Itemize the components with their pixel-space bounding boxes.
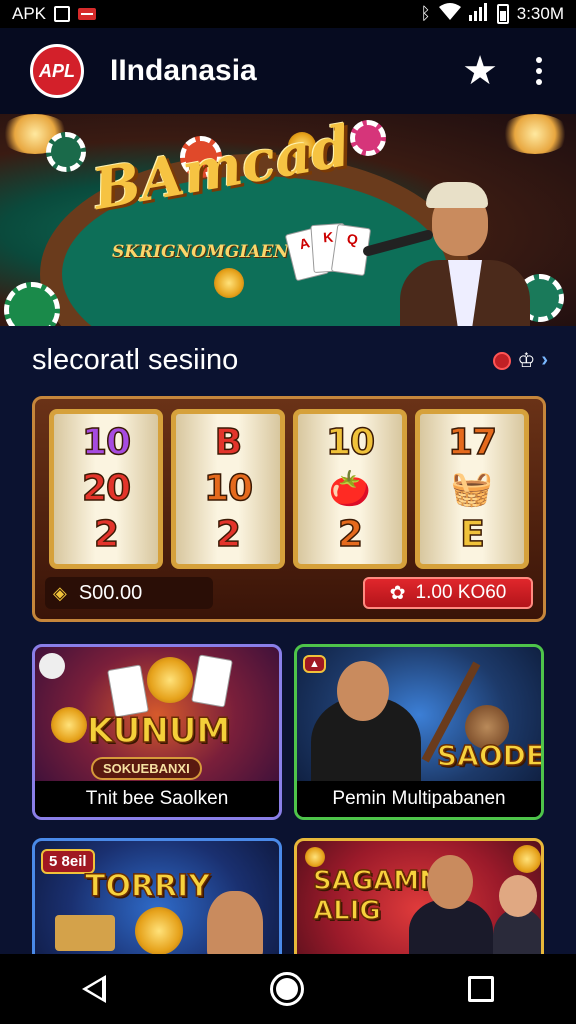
bluetooth-icon: ᛒ — [420, 4, 431, 23]
game-art-title: SAGAMN ALIG — [312, 865, 441, 926]
reel-symbol: E — [459, 513, 485, 555]
host-head — [499, 875, 537, 917]
spin-button[interactable]: ✿ 1.00 KO60 — [363, 577, 533, 609]
game-art-title: TORRIY — [84, 868, 211, 905]
hero-banner[interactable]: BAmcad SKRIGNOMGIAEN A K Q — [0, 114, 576, 326]
slot-machine[interactable]: 10 20 2 B 10 2 10 🍅 2 17 🧺 E ◈ S00.00 ✿ … — [32, 396, 546, 622]
app-actions: ★ — [462, 51, 546, 91]
hero-subtitle: SKRIGNOMGIAEN — [112, 242, 289, 262]
app-bar: APL IIndanasia ★ — [0, 28, 576, 114]
basket-icon: 🧺 — [450, 469, 494, 508]
game-art-title: SAODE — [436, 738, 544, 773]
reel-symbol: 2 — [93, 514, 120, 555]
hot-badge-icon: ▲ — [303, 655, 326, 673]
balance-value: S00.00 — [78, 581, 143, 604]
flag-icon — [78, 8, 97, 20]
slot-reel: 10 🍅 2 — [293, 409, 407, 569]
treasure-chest-icon — [55, 915, 115, 951]
chip-icon — [46, 132, 86, 172]
chevron-right-icon: › — [541, 349, 548, 371]
crown-icon: ♔ — [517, 350, 536, 372]
playing-cards-icon: A K Q — [284, 222, 372, 284]
section-more-button[interactable]: ♔ › — [493, 348, 548, 373]
coin-icon — [513, 845, 541, 873]
status-bar: APK ᛒ 3:30M — [0, 0, 576, 28]
fruit-icon: 🍅 — [328, 469, 372, 508]
favorite-star-icon[interactable]: ★ — [462, 51, 498, 91]
balance-display: ◈ S00.00 — [45, 577, 213, 609]
app-logo-text: APL — [39, 60, 75, 81]
wifi-icon — [438, 2, 461, 26]
game-art-title: KUNUM — [86, 710, 231, 752]
coin-icon — [305, 847, 325, 867]
game-card[interactable]: KUNUM SOKUEBANXI Tnit bee Saolken — [32, 644, 282, 820]
lamp-icon — [500, 114, 570, 154]
dice-icon — [39, 653, 65, 679]
reel-symbol: 10 — [81, 422, 132, 463]
status-apk-label: APK — [12, 4, 47, 23]
chip-icon — [350, 120, 386, 156]
slot-controls: ◈ S00.00 ✿ 1.00 KO60 — [45, 575, 533, 611]
game-card[interactable]: ▲ SAODE Pemin Multipabanen — [294, 644, 544, 820]
game-art-subtitle: SOKUEBANXI — [91, 757, 202, 780]
playing-card — [191, 654, 233, 708]
battery-icon — [496, 4, 509, 24]
coin-icon — [135, 907, 183, 955]
app-logo[interactable]: APL — [30, 44, 84, 98]
spin-button-label: 1.00 KO60 — [415, 582, 507, 603]
playing-card — [107, 664, 149, 718]
host-illustration — [361, 174, 532, 326]
slot-reel: 10 20 2 — [49, 409, 163, 569]
coin-icon — [214, 268, 244, 298]
section-title: slecoratl sesiino — [32, 344, 239, 376]
slot-reel: 17 🧺 E — [415, 409, 529, 569]
coin-icon — [51, 707, 87, 743]
overflow-menu-icon[interactable] — [532, 53, 546, 89]
host-head — [427, 855, 473, 909]
coin-icon: ◈ — [53, 582, 67, 603]
app-title: IIndanasia — [110, 54, 257, 87]
host-head — [337, 661, 389, 721]
reel-symbol: B — [214, 422, 243, 463]
status-time: 3:30M — [516, 4, 564, 23]
reel-symbol: 2 — [337, 513, 364, 555]
reel-symbol: 2 — [215, 514, 242, 555]
slot-reels: 10 20 2 B 10 2 10 🍅 2 17 🧺 E — [49, 409, 529, 569]
reel-symbol: 20 — [81, 468, 132, 509]
back-icon[interactable] — [82, 975, 106, 1003]
notification-dot-icon — [493, 351, 512, 370]
game-card-label: Tnit bee Saolken — [35, 781, 279, 817]
reel-symbol: 17 — [447, 422, 498, 464]
status-right: ᛒ 3:30M — [420, 2, 564, 26]
recents-icon[interactable] — [468, 976, 494, 1002]
reel-symbol: 10 — [325, 422, 376, 464]
game-card-label: Pemin Multipabanen — [297, 781, 541, 817]
coin-icon — [147, 657, 193, 703]
gear-icon: ✿ — [389, 582, 406, 604]
screenshot-icon — [54, 6, 71, 22]
slot-reel: B 10 2 — [171, 409, 285, 569]
status-left: APK — [12, 4, 97, 24]
home-icon[interactable] — [270, 972, 304, 1006]
signal-icon — [468, 2, 489, 26]
mascot-illustration — [207, 891, 263, 961]
reel-symbol: 10 — [203, 468, 254, 509]
navigation-bar — [0, 954, 576, 1024]
